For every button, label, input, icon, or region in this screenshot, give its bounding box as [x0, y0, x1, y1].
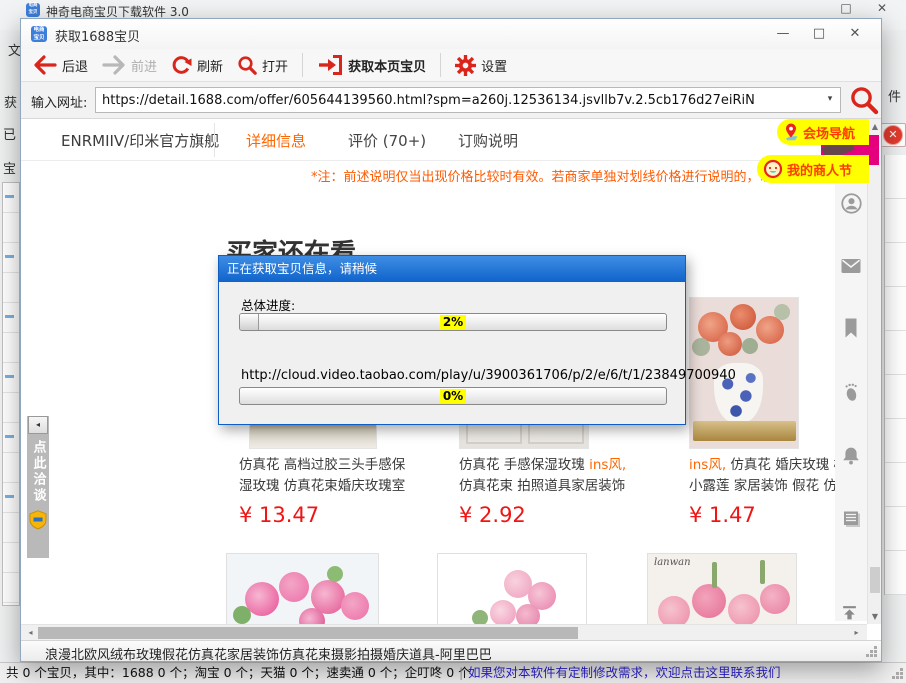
news-icon[interactable] — [842, 510, 861, 528]
go-search-button[interactable] — [849, 85, 879, 115]
tab-divider — [214, 123, 215, 157]
trust-shield-icon — [29, 510, 47, 530]
app-icon-text: 宝贝 — [31, 34, 47, 42]
gear-icon — [455, 55, 476, 76]
bg-tab-clipped[interactable]: 已 — [3, 124, 16, 143]
product-title[interactable]: 仿真花 手感保湿玫瑰 ins风, 仿真花束 拍照道具家居装饰 — [459, 455, 659, 497]
back-to-top-icon[interactable] — [841, 605, 858, 620]
dialog-titlebar[interactable]: 正在获取宝贝信息，请稍候 — [219, 256, 685, 282]
resize-grip[interactable] — [893, 669, 903, 679]
back-button[interactable]: 后退 — [33, 55, 88, 75]
horizontal-scrollbar[interactable]: ◂ ▸ — [21, 624, 867, 640]
bg-label-clipped: 宝 — [3, 158, 16, 177]
toolbar-separator — [302, 53, 303, 77]
forward-arrow-icon — [102, 55, 126, 75]
bell-icon[interactable] — [841, 446, 861, 466]
scroll-right-arrow[interactable]: ▸ — [849, 625, 864, 640]
window-title: 获取1688宝贝 — [55, 26, 140, 45]
minimize-button[interactable]: — — [765, 20, 801, 48]
url-combobox[interactable]: ▾ — [95, 87, 841, 113]
bg-statusbar: 共 0 个宝贝，其中：1688 0 个；淘宝 0 个；天猫 0 个；速卖通 0 … — [0, 662, 906, 683]
page-side-toolbar — [835, 171, 867, 621]
tray — [693, 421, 796, 441]
forward-button[interactable]: 前进 — [102, 55, 157, 75]
location-pin-icon — [783, 123, 799, 141]
item-counts: 共 0 个宝贝，其中：1688 0 个；淘宝 0 个；天猫 0 个；速卖通 0 … — [6, 663, 471, 683]
tab-reviews[interactable]: 评价 (70+) — [348, 130, 426, 151]
tab-detail-info[interactable]: 详细信息 — [246, 130, 306, 151]
bookmark-icon[interactable] — [843, 318, 859, 338]
status-separator: | — [459, 663, 463, 683]
resize-grip[interactable] — [867, 647, 877, 657]
product-price: ¥ 13.47 — [239, 503, 319, 527]
app-icon-text: 宝贝 — [26, 10, 40, 17]
toolbar-separator — [440, 53, 441, 77]
page-title-status: 浪漫北欧风绒布玫瑰假花仿真花家居装饰仿真花束摄影拍摄婚庆道具-阿里巴巴 — [45, 644, 492, 663]
contact-us-link[interactable]: 如果您对本软件有定制修改需求，欢迎点击这里联系我们 — [468, 663, 781, 683]
back-arrow-icon — [33, 55, 57, 75]
item-progress-percent: 0% — [440, 389, 466, 403]
url-bar: 输入网址: ▾ — [21, 82, 881, 119]
fetch-progress-dialog: 正在获取宝贝信息，请稍候 总体进度: 2% http://cloud.video… — [218, 255, 686, 425]
mail-icon[interactable] — [841, 258, 861, 274]
settings-button[interactable]: 设置 — [455, 55, 507, 76]
maximize-button[interactable]: □ — [801, 20, 837, 48]
vertical-scrollbar[interactable]: ▲ ▼ — [867, 119, 881, 624]
app-icon: 电商 宝贝 — [26, 3, 40, 17]
horizontal-scroll-thumb[interactable] — [38, 627, 578, 639]
red-close-icon[interactable]: ✕ — [883, 125, 903, 145]
product-title[interactable]: 仿真花 高档过胶三头手感保 湿玫瑰 仿真花束婚庆玫瑰室 — [239, 455, 439, 497]
open-button[interactable]: 打开 — [237, 55, 288, 75]
bg-button-clipped[interactable]: 获 — [4, 92, 17, 111]
url-input[interactable] — [96, 88, 820, 112]
close-button[interactable]: ✕ — [837, 20, 873, 48]
bg-close-button[interactable]: ✕ — [872, 1, 892, 15]
tab-shop-name[interactable]: ENRMIIV/印米官方旗舰 — [61, 130, 219, 151]
bg-right-grid-clipped — [884, 155, 906, 595]
magnifier-icon — [237, 55, 257, 75]
bg-maximize-button[interactable]: □ — [836, 1, 856, 15]
item-progress-bar: 0% — [239, 387, 667, 405]
product-price: ¥ 2.92 — [459, 503, 526, 527]
footprint-icon[interactable] — [843, 382, 859, 402]
current-item-url: http://cloud.video.taobao.com/play/u/390… — [241, 368, 736, 383]
scroll-up-arrow[interactable]: ▲ — [868, 119, 881, 134]
arrow-into-bracket-icon — [317, 54, 343, 76]
contact-person-icon[interactable] — [841, 193, 862, 214]
window-titlebar[interactable]: 电商 宝贝 获取1688宝贝 — □ ✕ — [21, 19, 881, 49]
desktop: { "colors": { "accent_red": "#d9261c", "… — [0, 0, 906, 683]
app-icon: 电商 宝贝 — [31, 26, 47, 42]
url-dropdown-icon[interactable]: ▾ — [820, 88, 840, 112]
floating-close-button[interactable]: ✕ — [880, 123, 906, 147]
image-watermark: lanwan — [654, 557, 691, 568]
overall-progress-percent: 2% — [440, 315, 466, 329]
collapse-chat-button[interactable]: ◂ — [28, 416, 48, 434]
bg-item-list-clipped — [2, 182, 20, 606]
toolbar: 后退 前进 刷新 打开 获取本页宝贝 设置 — [21, 49, 881, 82]
chat-label[interactable]: 点此洽谈 — [29, 440, 48, 504]
venue-navigation-badge[interactable]: 会场导航 — [777, 119, 869, 145]
overall-progress-label: 总体进度: — [241, 295, 295, 314]
vertical-scroll-thumb[interactable] — [870, 567, 880, 593]
url-label: 输入网址: — [31, 92, 87, 111]
window-statusbar: 浪漫北欧风绒布玫瑰假花仿真花家居装饰仿真花束摄影拍摄婚庆道具-阿里巴巴 — [21, 640, 881, 661]
scroll-down-arrow[interactable]: ▼ — [868, 609, 881, 624]
app-icon-text: 电商 — [31, 26, 47, 34]
merchant-festival-badge[interactable]: 我的商人节 — [757, 155, 869, 183]
refresh-button[interactable]: 刷新 — [171, 55, 223, 75]
product-page-tabbar: ENRMIIV/印米官方旗舰 详细信息 评价 (70+) 订购说明 — [21, 119, 881, 161]
bg-right-text-clipped: 件 — [888, 86, 901, 105]
grab-page-items-button[interactable]: 获取本页宝贝 — [317, 54, 426, 76]
chat-sidebar[interactable]: ◂ 点此洽谈 — [27, 416, 49, 558]
product-price: ¥ 1.47 — [689, 503, 756, 527]
scroll-left-arrow[interactable]: ◂ — [23, 625, 38, 640]
tab-order-info[interactable]: 订购说明 — [458, 130, 518, 151]
festival-mascot-icon — [763, 159, 783, 179]
refresh-icon — [171, 55, 192, 75]
overall-progress-bar: 2% — [239, 313, 667, 331]
